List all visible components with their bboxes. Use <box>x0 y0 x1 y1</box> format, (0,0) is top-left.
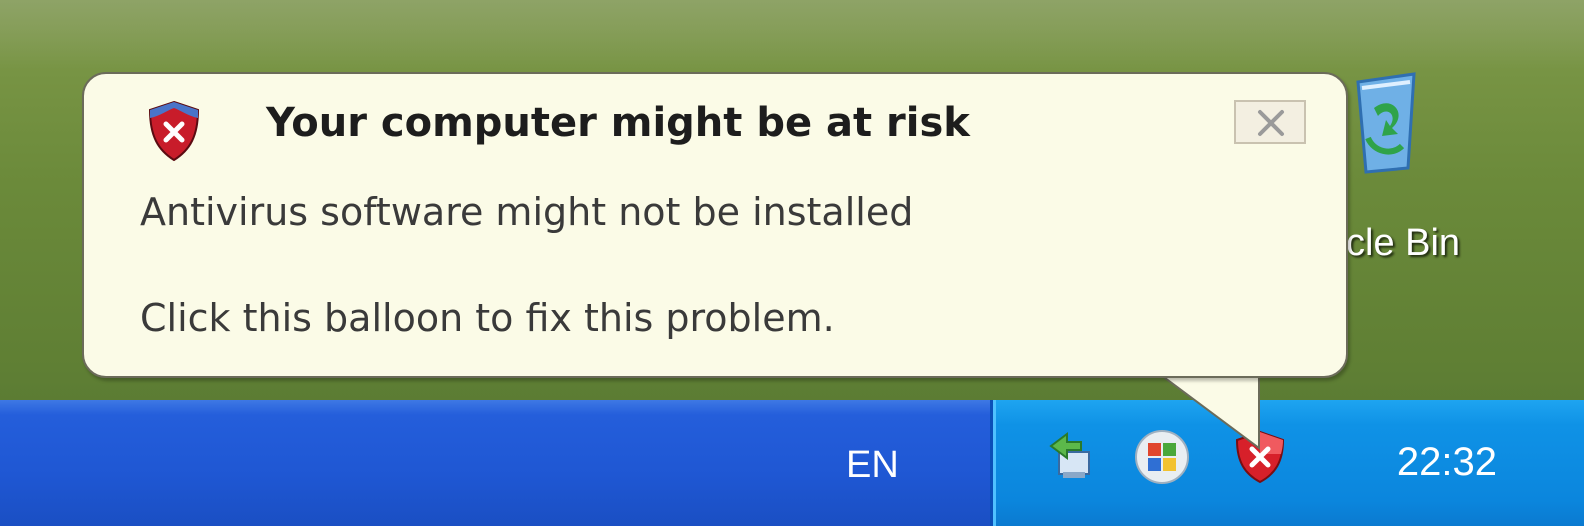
balloon-message: Antivirus software might not be installe… <box>140 190 914 234</box>
close-icon <box>1258 110 1284 136</box>
security-shield-warning-icon <box>148 100 200 162</box>
balloon-title: Your computer might be at risk <box>266 100 970 146</box>
network-icon[interactable] <box>1045 428 1103 486</box>
language-indicator[interactable]: EN <box>846 444 899 487</box>
recycle-bin-label[interactable]: cle Bin <box>1346 222 1506 265</box>
balloon-instruction: Click this balloon to fix this problem. <box>140 296 835 340</box>
clock[interactable]: 22:32 <box>1397 440 1497 485</box>
recycle-bin-icon[interactable] <box>1352 68 1420 174</box>
system-tray: 22:32 <box>990 400 1584 526</box>
balloon-tail <box>1153 369 1260 450</box>
close-button[interactable] <box>1234 100 1306 144</box>
security-balloon[interactable]: Your computer might be at risk Antivirus… <box>82 72 1348 378</box>
taskbar: EN 22:32 <box>0 400 1584 526</box>
